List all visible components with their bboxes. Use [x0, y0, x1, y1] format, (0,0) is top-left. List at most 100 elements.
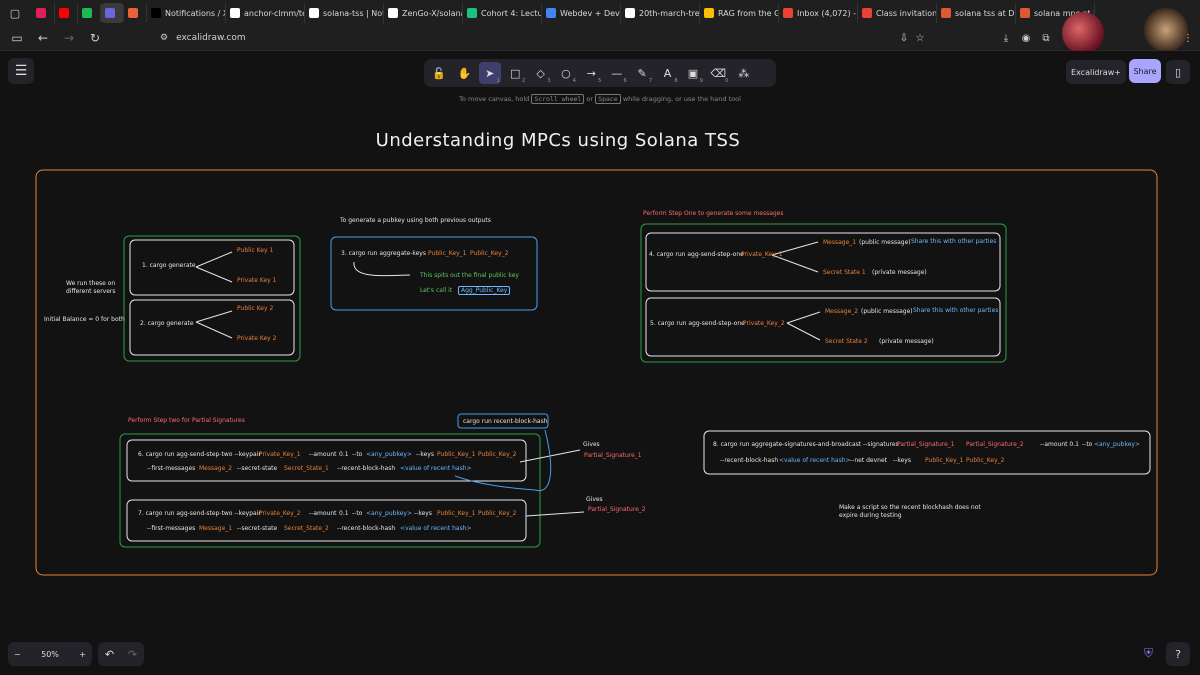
browser-tab[interactable]	[78, 3, 101, 23]
extra-tools-icon-glyph: ⁂	[738, 66, 750, 80]
zoom-in-button[interactable]: +	[79, 650, 86, 659]
tool-shortcut-number: 0	[725, 78, 729, 84]
step-two-heading: Perform Step two for Partial Signatures	[128, 417, 245, 424]
cmd7-message: Message_1	[199, 525, 233, 532]
agg-heading: To generate a pubkey using both previous…	[340, 217, 491, 224]
step-one-cmd-4: 4. cargo run agg-send-step-one	[649, 251, 744, 258]
avatar-2	[1144, 8, 1188, 52]
message-1-note: (public message)	[859, 239, 911, 246]
browser-tab[interactable]: anchor-clmm/te✕	[226, 3, 305, 23]
selection-icon[interactable]: ➤ 1	[478, 62, 501, 84]
install-app-icon[interactable]: ⇩	[896, 30, 912, 46]
back-icon[interactable]: ←	[34, 29, 52, 47]
profile-icon[interactable]: ◉	[1018, 30, 1034, 46]
share-button[interactable]: Share	[1129, 59, 1161, 83]
rectangle-icon[interactable]: □ 2	[504, 62, 526, 85]
browser-tab[interactable]: 20th-march-tre✕	[621, 3, 700, 23]
agg-note: This spits out the final public key	[420, 272, 519, 279]
image-icon[interactable]: ▣ 9	[682, 62, 704, 85]
browser-tab[interactable]: ZenGo-X/solana✕	[384, 3, 463, 23]
site-info-icon[interactable]: ⚙	[160, 33, 168, 43]
browser-tab[interactable]: solana-tss | Noti✕	[305, 3, 384, 23]
tool-shortcut-number: 5	[598, 78, 602, 84]
page-title: Understanding MPCs using Solana TSS	[375, 130, 741, 151]
hand-icon-glyph: ✋	[457, 66, 472, 80]
forward-icon[interactable]: →	[60, 29, 78, 47]
browser-tab[interactable]: Inbox (4,072) - I✕	[779, 3, 858, 23]
undo-icon[interactable]: ↶	[105, 648, 114, 661]
tab-label: RAG from the G	[718, 8, 779, 18]
extra-tools-icon[interactable]: ⁂	[733, 62, 755, 84]
step-one-heading: Perform Step One to generate some messag…	[643, 210, 784, 217]
library-icon[interactable]: ▯	[1166, 60, 1190, 84]
pencil-icon-glyph: ✎	[637, 66, 647, 80]
browser-tab-bar: ▢ Notifications / X✕anchor-clmm/te✕solan…	[0, 0, 1200, 26]
browser-tab[interactable]: Cohort 4: Lectu✕	[463, 3, 542, 23]
zoom-level[interactable]: 50%	[41, 650, 59, 659]
tab-label: solana-tss | Noti	[323, 8, 384, 18]
pencil-icon[interactable]: ✎ 7	[631, 62, 653, 85]
sidebar-toggle-icon[interactable]: ▭	[8, 29, 26, 47]
browser-tab[interactable]: RAG from the G✕	[700, 3, 779, 23]
bookmark-star-icon[interactable]: ☆	[912, 30, 928, 46]
zoom-out-button[interactable]: −	[14, 650, 21, 659]
text-icon[interactable]: A8	[657, 62, 679, 85]
arrow-recent-hash	[454, 429, 552, 492]
private-key-2: Private Key 2	[237, 335, 277, 342]
hand-icon[interactable]: ✋	[453, 62, 475, 84]
cmd6-key-2: Public_Key_2	[478, 451, 517, 458]
tab-favicon-icon	[704, 8, 714, 18]
message-2-note: (public message)	[861, 308, 913, 315]
help-icon[interactable]: ?	[1166, 642, 1190, 666]
secret-state-1: Secret State 1	[823, 269, 866, 276]
browser-tab[interactable]: Webdev + Devo:✕	[542, 3, 621, 23]
secret-state-1-note: (private message)	[872, 269, 927, 276]
tab-favicon-icon	[941, 8, 951, 18]
gives-2: Gives	[586, 496, 603, 503]
browser-tab[interactable]: Notifications / X✕	[147, 3, 226, 23]
cmd7-amount: 0.1	[339, 510, 349, 517]
browser-tab[interactable]	[32, 3, 55, 23]
shield-icon[interactable]: ⛨	[1144, 646, 1158, 662]
url-field[interactable]: ⚙ excalidraw.com	[160, 30, 246, 46]
tab-label: solana tss at Du	[955, 8, 1016, 18]
line-icon[interactable]: —6	[606, 62, 628, 85]
eraser-icon[interactable]: ⌫ 0	[707, 62, 729, 85]
tab-label: anchor-clmm/te	[244, 8, 305, 18]
arrow-pk2	[195, 310, 233, 323]
cmd7-key-1: Public_Key_1	[437, 510, 476, 517]
url-text: excalidraw.com	[176, 33, 246, 43]
browser-tab[interactable]: solana tss at Du✕	[937, 3, 1016, 23]
excalidraw-plus-button[interactable]: Excalidraw+	[1066, 60, 1126, 84]
lock-icon[interactable]: 🔓	[428, 62, 450, 84]
tab-overview-icon[interactable]: ▢	[6, 4, 24, 22]
reload-icon[interactable]: ↻	[86, 29, 104, 47]
arrow-icon[interactable]: → 5	[580, 62, 602, 85]
browser-tab[interactable]	[101, 3, 124, 23]
diamond-icon[interactable]: ◇ 3	[530, 62, 552, 85]
cmd7-first-messages-flag: --first-messages	[147, 525, 196, 532]
ellipse-icon[interactable]: ○ 4	[555, 62, 577, 85]
extensions-icon[interactable]: ⧉	[1038, 30, 1054, 46]
cmd6-amount-flag: --amount	[309, 451, 337, 458]
arrow-sk2	[195, 321, 233, 339]
arrow-agg	[353, 261, 411, 277]
downloads-icon[interactable]: ⤓	[998, 30, 1014, 46]
private-key-1: Private Key 1	[237, 277, 277, 284]
redo-icon[interactable]: ↷	[128, 648, 137, 661]
arrow-sk1	[195, 266, 233, 283]
main-menu-button[interactable]: ☰	[8, 58, 34, 84]
tab-strip: Notifications / X✕anchor-clmm/te✕solana-…	[32, 3, 1095, 23]
tab-label: Webdev + Devo:	[560, 8, 621, 18]
browser-tab[interactable]	[55, 3, 78, 23]
partial-signature-2: Partial_Signature_2	[588, 506, 646, 513]
diamond-icon-glyph: ◇	[536, 66, 545, 80]
agg-cmd: 3. cargo run aggregate-keys	[341, 250, 426, 257]
browser-tab[interactable]: Class invitation:✕	[858, 3, 937, 23]
browser-tab[interactable]	[124, 3, 147, 23]
tool-shortcut-number: 2	[521, 78, 526, 84]
cmd8-to: <any_pubkey>	[1094, 441, 1141, 448]
servers-note-1: We run these on	[66, 280, 116, 287]
avatar	[1062, 12, 1104, 54]
step-one-cmd-5: 5. cargo run agg-send-step-one	[650, 320, 745, 327]
